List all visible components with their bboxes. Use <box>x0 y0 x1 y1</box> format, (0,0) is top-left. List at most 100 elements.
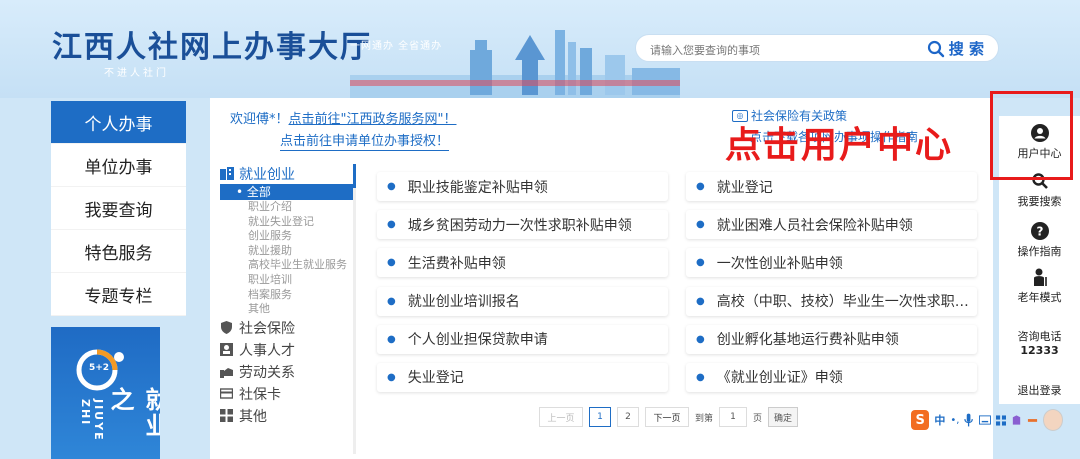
page-number-input[interactable]: 1 <box>719 407 748 427</box>
shield-icon <box>221 321 232 335</box>
subcategory-item[interactable]: 其他 <box>220 302 360 317</box>
annotation-text: 点击用户中心 <box>725 125 954 166</box>
service-item[interactable]: ● 就业困难人员社会保险补贴申领 <box>686 210 977 240</box>
bullet-icon: ● <box>387 257 396 269</box>
service-item[interactable]: ● 就业创业培训报名 <box>377 286 668 316</box>
employment-banner[interactable]: 5+2 JIUYE ZHI 就业之 <box>51 327 160 459</box>
search-button-label: 搜 索 <box>948 40 984 58</box>
punctuation-icon[interactable]: •, <box>950 415 959 426</box>
pagination: 上一页 1 2 下一页 到第 1 页 确定 <box>539 407 799 427</box>
service-item[interactable]: ● 生活费补贴申领 <box>377 248 668 278</box>
service-label: 一次性创业补贴申领 <box>716 255 843 272</box>
nav-item-featured[interactable]: 特色服务 <box>51 230 186 273</box>
search-button[interactable]: 搜 索 <box>927 38 984 59</box>
elder-icon <box>1033 268 1047 286</box>
subcategory-item[interactable]: 就业失业登记 <box>220 215 360 230</box>
sogou-logo-icon[interactable]: S <box>911 410 930 430</box>
page-button[interactable]: 1 <box>589 407 611 427</box>
main-panel: 欢迎傅*！点击前往"江西政务服务网"！ 点击前往申请单位办事授权！ ◎ 社会保险… <box>210 98 993 459</box>
microphone-icon[interactable] <box>964 413 974 427</box>
category-other[interactable]: 其他 <box>220 405 360 427</box>
ime-avatar-icon[interactable] <box>1042 409 1063 431</box>
next-page-button[interactable]: 下一页 <box>645 407 689 427</box>
service-label: 职业技能鉴定补贴申领 <box>407 179 548 196</box>
tools-icon[interactable] <box>1027 414 1038 426</box>
service-column-right: ● 就业登记 ● 就业困难人员社会保险补贴申领 ● 一次性创业补贴申领 ● 高校（中职、… <box>686 172 977 401</box>
category-label: 社保卡 <box>239 386 281 403</box>
elder-mode-button[interactable]: 老年模式 <box>999 268 1080 305</box>
site-slogan: 一网通办 全省通办 <box>350 41 443 52</box>
service-item[interactable]: ● 就业登记 <box>686 172 977 201</box>
service-label: 个人创业担保贷款申请 <box>407 332 548 349</box>
elder-mode-label: 老年模式 <box>1017 291 1062 304</box>
page-button[interactable]: 2 <box>617 407 639 427</box>
service-item[interactable]: ● 失业登记 <box>377 362 668 392</box>
annotation-highlight-box <box>990 91 1073 180</box>
skin-icon[interactable] <box>1011 414 1022 426</box>
left-nav: 个人办事 单位办事 我要查询 特色服务 专题专栏 <box>51 101 186 316</box>
bullet-icon: ● <box>387 371 396 383</box>
bullet-icon: ● <box>696 219 705 231</box>
nav-item-query[interactable]: 我要查询 <box>51 187 186 230</box>
category-personnel[interactable]: 人事人才 <box>220 339 360 361</box>
service-item[interactable]: ● 《就业创业证》申领 <box>686 362 977 392</box>
search-shortcut-label: 我要搜索 <box>1017 195 1062 208</box>
subcategory-all[interactable]: • 全部 <box>220 184 354 200</box>
bullet-icon: ● <box>696 371 705 383</box>
service-item[interactable]: ● 创业孵化基地运行费补贴申领 <box>686 324 977 354</box>
category-label: 其他 <box>239 408 267 425</box>
bullet-icon: ● <box>387 333 396 345</box>
apps-grid-icon[interactable] <box>995 414 1006 426</box>
search-input[interactable]: 请输入您要查询的事项 搜 索 <box>635 34 999 62</box>
nav-item-personal[interactable]: 个人办事 <box>51 101 186 144</box>
category-tree: 就业创业 • 全部 职业介绍 就业失业登记 创业服务 就业援助 高校毕业生就业服… <box>220 164 360 427</box>
category-label: 人事人才 <box>239 342 295 359</box>
bullet-icon: ● <box>696 295 705 307</box>
grid-icon <box>220 409 233 423</box>
service-item[interactable]: ● 个人创业担保贷款申请 <box>377 324 668 354</box>
search-placeholder: 请输入您要查询的事项 <box>650 44 760 57</box>
city-skyline-illustration <box>350 30 680 98</box>
service-label: 创业孵化基地运行费补贴申领 <box>716 332 899 349</box>
service-item[interactable]: ● 职业技能鉴定补贴申领 <box>377 172 668 201</box>
site-subtitle: 不进人社门 <box>104 68 169 79</box>
prev-page-button[interactable]: 上一页 <box>539 407 583 427</box>
service-column-left: ● 职业技能鉴定补贴申领 ● 城乡贫困劳动力一次性求职补贴申领 ● 生活费补贴申领 ●… <box>377 172 668 401</box>
subcategory-item[interactable]: 职业培训 <box>220 273 360 288</box>
category-labor-relations[interactable]: 劳动关系 <box>220 361 360 383</box>
ime-toolbar[interactable]: S 中 •, <box>911 409 1063 431</box>
subcategory-item[interactable]: 职业介绍 <box>220 200 360 215</box>
handshake-icon <box>220 368 233 379</box>
service-item[interactable]: ● 高校（中职、技校）毕业生一次性求职补贴申领 <box>686 286 977 316</box>
subcategory-item[interactable]: 高校毕业生就业服务 <box>220 258 360 273</box>
goto-confirm-button[interactable]: 确定 <box>768 407 799 427</box>
bullet-icon: ● <box>387 295 396 307</box>
logout-button[interactable]: 退出登录 <box>999 382 1080 398</box>
subcategory-all-label: 全部 <box>246 185 271 199</box>
phone-info: 咨询电话 12333 <box>999 328 1080 357</box>
subcategory-item[interactable]: 就业援助 <box>220 244 360 259</box>
auth-apply-link[interactable]: 点击前往申请单位办事授权！ <box>280 130 450 151</box>
service-item[interactable]: ● 一次性创业补贴申领 <box>686 248 977 278</box>
nav-item-topics[interactable]: 专题专栏 <box>51 273 186 316</box>
service-label: 就业登记 <box>716 179 773 196</box>
card-icon <box>220 388 233 399</box>
keyboard-icon[interactable] <box>978 415 991 425</box>
subcategory-item[interactable]: 创业服务 <box>220 229 360 244</box>
gov-service-link[interactable]: 点击前往"江西政务服务网"！ <box>289 112 457 127</box>
subcategory-item[interactable]: 档案服务 <box>220 288 360 303</box>
nav-item-unit[interactable]: 单位办事 <box>51 144 186 187</box>
ime-language-toggle[interactable]: 中 <box>934 412 945 428</box>
category-label: 劳动关系 <box>239 364 295 381</box>
site-header: 江西人社网上办事大厅 不进人社门 一网通办 全省通办 请输入您要查询的事项 搜 … <box>0 0 1080 98</box>
category-social-insurance[interactable]: 社会保险 <box>220 317 360 339</box>
scrollbar-thumb[interactable] <box>353 164 356 188</box>
bullet-icon: ● <box>387 181 396 192</box>
category-social-card[interactable]: 社保卡 <box>220 383 360 405</box>
service-label: 就业困难人员社会保险补贴申领 <box>716 217 913 234</box>
bullet-icon: ● <box>387 219 396 231</box>
service-item[interactable]: ● 城乡贫困劳动力一次性求职补贴申领 <box>377 210 668 240</box>
category-scrollbar[interactable] <box>353 164 356 454</box>
guide-button[interactable]: ? 操作指南 <box>999 222 1080 259</box>
category-employment[interactable]: 就业创业 <box>220 164 360 183</box>
